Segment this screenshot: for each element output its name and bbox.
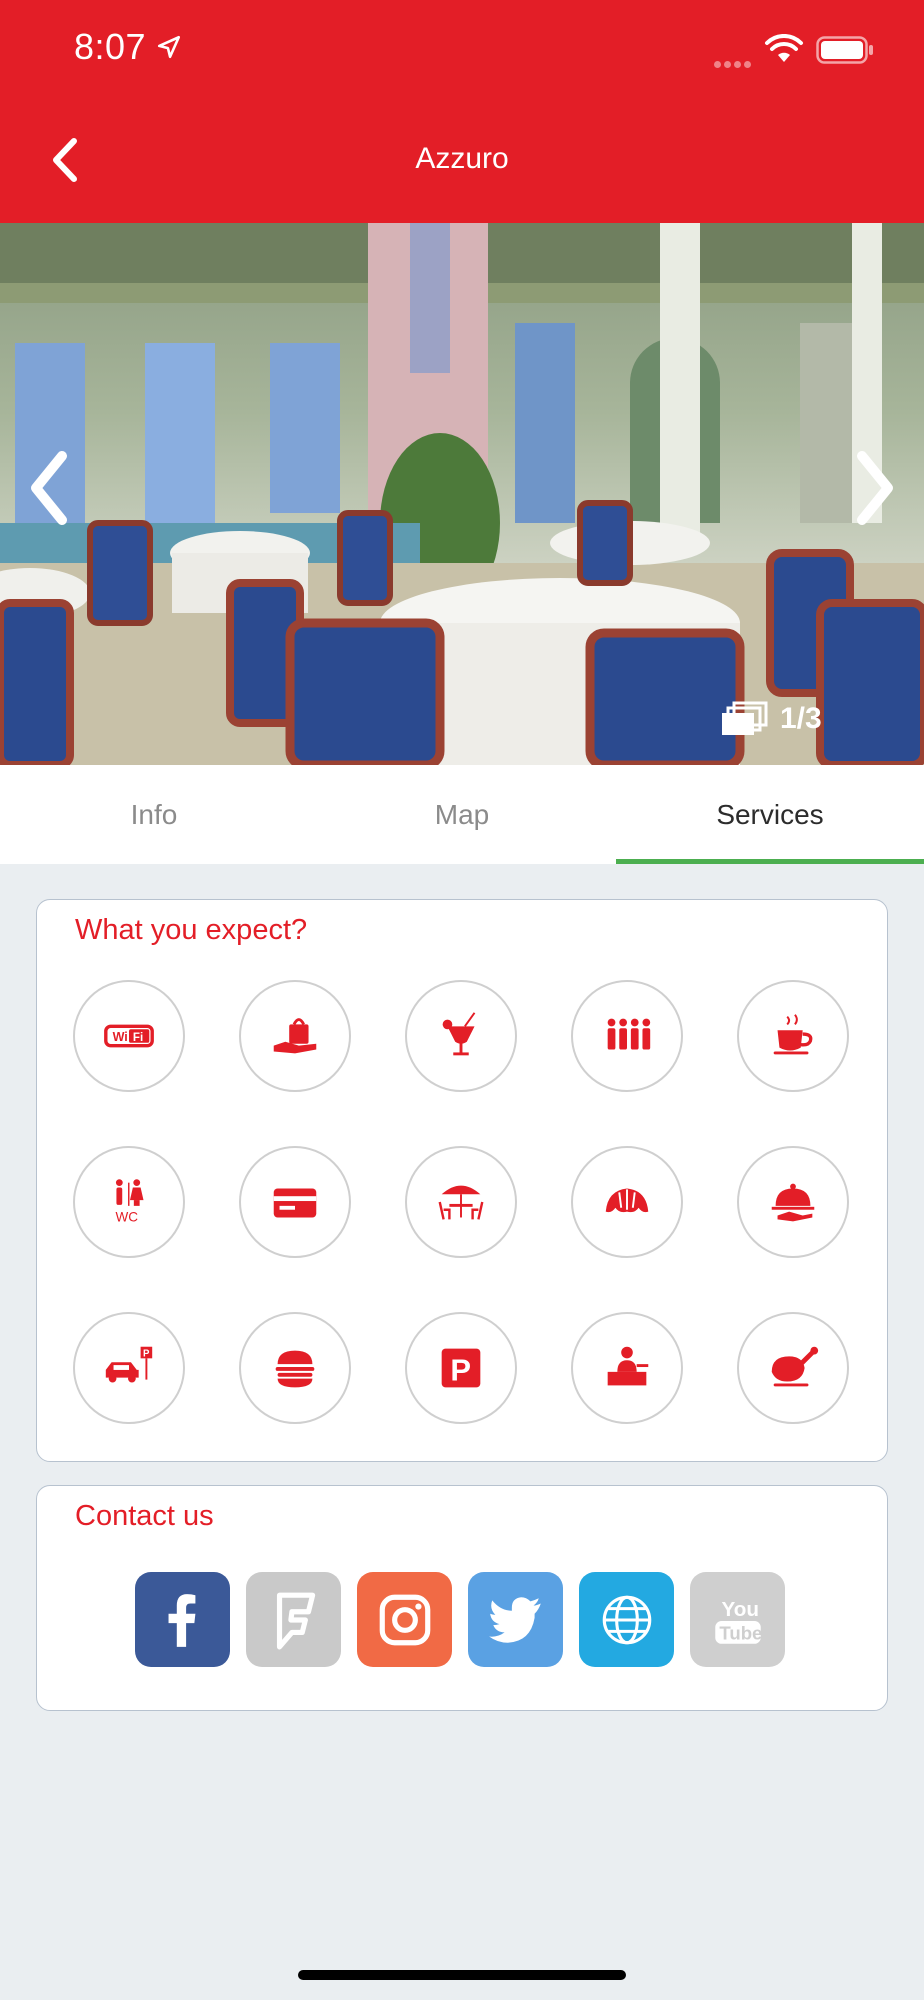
service-wifi[interactable]: Wi Fi [73,980,185,1092]
wifi-status-icon [765,34,803,62]
home-indicator[interactable] [298,1970,626,1980]
service-coffee[interactable] [737,980,849,1092]
gallery-prev-button[interactable] [14,443,84,533]
service-takeaway[interactable] [239,980,351,1092]
page-title: Azzuro [415,142,509,175]
reception-desk-icon [607,1346,649,1386]
chevron-right-icon [857,451,893,525]
wifi-icon: Wi Fi [104,1024,154,1048]
service-reception[interactable] [571,1312,683,1424]
restroom-wc-icon: WC [115,1179,144,1224]
service-restroom[interactable]: WC [73,1146,185,1258]
coffee-cup-icon [773,1014,813,1055]
contact-card-title: Contact us [75,1500,214,1532]
youtube-link[interactable]: You Tube [690,1572,785,1667]
chevron-left-icon [31,451,67,525]
service-outdoor-seating[interactable] [405,1146,517,1258]
group-people-icon [607,1018,651,1050]
battery-icon [816,36,873,64]
instagram-icon [379,1594,430,1645]
website-link[interactable] [579,1572,674,1667]
service-bakery[interactable] [571,1146,683,1258]
contact-card: Contact us You Tube [36,1485,888,1711]
croissant-icon [605,1188,649,1213]
status-time: 8:07 [74,26,147,67]
gallery-counter: 1/3 [720,701,822,737]
restaurant-photo [0,223,924,765]
svg-text:Wi: Wi [113,1030,128,1044]
instagram-link[interactable] [357,1572,452,1667]
svg-text:P: P [143,1348,150,1359]
cocktail-icon [442,1012,476,1056]
parking-sign-icon: P [441,1348,481,1388]
photo-gallery[interactable]: 1/3 [0,223,924,765]
signal-icon [714,55,754,73]
twitter-icon [488,1596,541,1643]
credit-card-icon [273,1188,317,1218]
tab-bar: Info Map Services [0,765,924,864]
car-parking-icon: P [105,1346,153,1383]
tab-info[interactable]: Info [0,765,308,864]
burger-icon [275,1350,315,1388]
facebook-icon [168,1593,195,1647]
service-valet-parking[interactable]: P [73,1312,185,1424]
photo-stack-icon [722,701,768,735]
youtube-icon: You Tube [714,1597,762,1644]
service-room-service[interactable] [737,1146,849,1258]
svg-text:Tube: Tube [719,1622,762,1643]
website-globe-icon [602,1595,651,1644]
service-drinks[interactable] [405,980,517,1092]
services-card: What you expect? Wi Fi WC P P [36,899,888,1462]
service-parking[interactable]: P [405,1312,517,1424]
facebook-link[interactable] [135,1572,230,1667]
location-arrow-icon [157,35,181,59]
gallery-next-button[interactable] [840,443,910,533]
svg-text:You: You [721,1597,758,1620]
app-header: 8:07 Azzuro [0,0,924,223]
service-fast-food[interactable] [239,1312,351,1424]
twitter-link[interactable] [468,1572,563,1667]
tab-services[interactable]: Services [616,765,924,864]
svg-text:WC: WC [115,1209,138,1224]
gallery-counter-text: 1/3 [780,702,822,735]
outdoor-seating-icon [438,1185,484,1220]
svg-text:P: P [450,1353,471,1388]
service-grill[interactable] [737,1312,849,1424]
takeaway-bag-icon [273,1018,317,1054]
tab-map[interactable]: Map [308,765,616,864]
services-card-title: What you expect? [75,914,308,946]
foursquare-link[interactable] [246,1572,341,1667]
services-grid: Wi Fi WC P P [73,980,853,1424]
service-groups[interactable] [571,980,683,1092]
service-card-payment[interactable] [239,1146,351,1258]
foursquare-icon [276,1592,315,1649]
room-service-cloche-icon [771,1183,815,1222]
roast-chicken-icon [771,1346,819,1387]
svg-text:Fi: Fi [133,1031,143,1044]
social-links: You Tube [135,1572,785,1667]
